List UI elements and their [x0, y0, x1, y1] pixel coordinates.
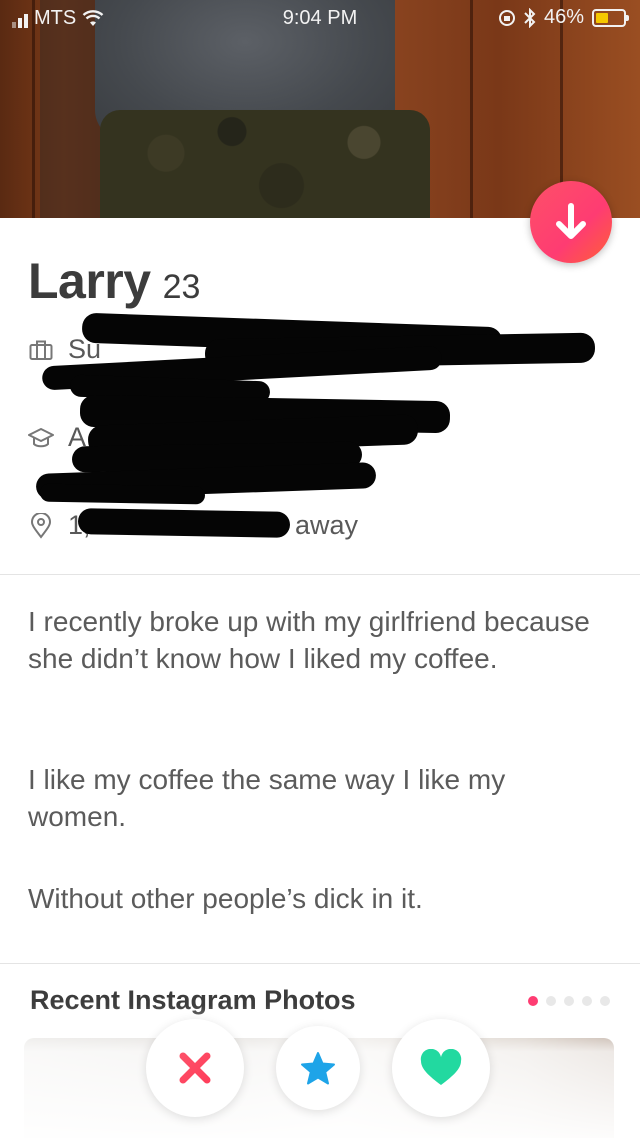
bio-paragraph-2: I like my coffee the same way I like my …	[28, 764, 506, 832]
battery-percent: 46%	[543, 6, 584, 28]
profile-header: Larry 23	[28, 252, 200, 310]
profile-name: Larry	[28, 253, 151, 309]
heart-icon	[420, 1049, 462, 1085]
distance-suffix: away	[295, 510, 359, 540]
super-like-button[interactable]	[276, 1026, 360, 1110]
bio-paragraph-3: Without other people’s dick in it.	[28, 883, 423, 914]
star-icon	[301, 1052, 335, 1085]
graduation-cap-icon	[28, 425, 54, 451]
arrow-down-icon	[556, 203, 586, 239]
like-button[interactable]	[392, 1019, 490, 1117]
divider	[0, 574, 640, 575]
location-pin-icon	[28, 512, 54, 539]
close-icon	[179, 1052, 211, 1084]
battery-icon	[592, 8, 629, 27]
bio-paragraph-1: I recently broke up with my girlfriend b…	[28, 606, 590, 674]
briefcase-icon	[28, 337, 54, 363]
status-bar: MTS 9:04 PM 46%	[0, 0, 640, 36]
rotation-lock-icon	[498, 9, 515, 26]
profile-age: 23	[162, 268, 201, 306]
collapse-profile-button[interactable]	[530, 181, 612, 263]
divider	[0, 963, 640, 964]
nope-button[interactable]	[146, 1019, 244, 1117]
bluetooth-icon	[524, 7, 536, 28]
